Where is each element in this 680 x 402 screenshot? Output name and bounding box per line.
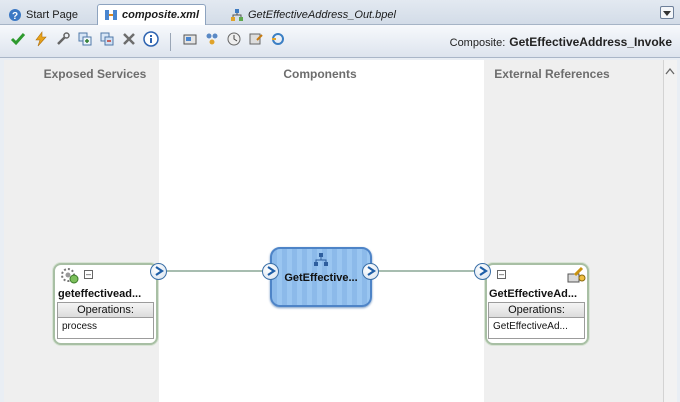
delete-icon [121, 31, 137, 52]
reference-operations-box: Operations: GetEffectiveAd... [488, 302, 585, 339]
chevron-right-icon [266, 263, 276, 281]
wrench-icon [55, 31, 71, 52]
info-button[interactable] [142, 30, 160, 52]
composite-prefix: Composite: [449, 37, 506, 49]
composite-name-label: Composite: GetEffectiveAddress_Invoke [450, 35, 672, 49]
tool1-button[interactable] [181, 32, 199, 50]
composite-name: GetEffectiveAddress_Invoke [509, 35, 672, 49]
collapse-reference-toggle[interactable]: – [497, 270, 506, 279]
composite-toolbar: Composite: GetEffectiveAddress_Invoke [0, 25, 680, 58]
operation-item[interactable]: GetEffectiveAd... [489, 318, 584, 335]
collapse-service-toggle[interactable]: – [84, 270, 93, 279]
tab-list-dropdown[interactable] [660, 6, 674, 19]
operation-item[interactable]: process [58, 318, 153, 335]
tool5-button[interactable] [269, 32, 287, 50]
copy-node-icon [99, 31, 115, 52]
tab-bpel[interactable]: GetEffectiveAddress_Out.bpel [224, 4, 402, 25]
tool3-icon [226, 31, 242, 52]
lane-title-components: Components [283, 67, 357, 81]
help-icon: ? [8, 8, 22, 22]
checkmark-icon [10, 31, 26, 52]
wire-service-to-component[interactable] [167, 270, 269, 272]
tool2-icon [204, 31, 220, 52]
component-service-port[interactable] [262, 263, 279, 280]
tool4-icon [248, 31, 264, 52]
service-name: geteffectivead... [58, 288, 142, 300]
validate-button[interactable] [9, 32, 27, 50]
lane-title-external: External References [494, 67, 610, 81]
delete-button[interactable] [120, 32, 138, 50]
tool3-button[interactable] [225, 32, 243, 50]
service-port[interactable] [150, 263, 167, 280]
tool2-button[interactable] [203, 32, 221, 50]
tab-label: GetEffectiveAddress_Out.bpel [248, 8, 396, 21]
operations-header: Operations: [58, 303, 153, 318]
tab-composite-xml[interactable]: composite.xml [97, 4, 207, 25]
bpel-component[interactable]: GetEffective... [270, 247, 372, 307]
service-operations-box: Operations: process [57, 302, 154, 339]
bpel-icon [230, 8, 244, 22]
component-name: GetEffective... [284, 272, 358, 284]
scroll-up-arrow[interactable] [665, 62, 675, 75]
chevron-right-icon [366, 263, 376, 281]
chevron-right-icon [154, 263, 164, 281]
reference-port[interactable] [474, 263, 491, 280]
vertical-scrollbar[interactable] [663, 60, 677, 402]
tool4-button[interactable] [247, 32, 265, 50]
svg-text:?: ? [12, 11, 18, 22]
exposed-services-lane[interactable] [4, 60, 159, 402]
reference-adapter-icon [566, 266, 586, 289]
tab-label: composite.xml [122, 9, 200, 21]
tab-label: Start Page [26, 8, 78, 21]
edit-button[interactable] [54, 31, 72, 52]
lane-title-exposed: Exposed Services [43, 67, 147, 81]
tab-start-page[interactable]: ? Start Page [2, 4, 84, 25]
external-references-lane[interactable] [484, 60, 663, 402]
lightning-icon [33, 30, 49, 52]
component-reference-port[interactable] [362, 263, 379, 280]
wire-component-to-reference[interactable] [379, 270, 475, 272]
reference-name: GetEffectiveAd... [489, 288, 578, 300]
add-node-button[interactable] [76, 32, 94, 50]
bpel-process-icon [313, 252, 329, 273]
add-node-icon [77, 31, 93, 52]
editor-tab-bar: ? Start Page composite.xml GetEffectiveA… [0, 0, 680, 25]
toolbar-separator [170, 33, 171, 51]
chevron-right-icon [478, 263, 488, 281]
run-button[interactable] [32, 30, 50, 52]
copy-node-button[interactable] [98, 32, 116, 50]
chevron-down-icon [663, 4, 671, 22]
tool1-icon [182, 31, 198, 52]
composite-icon [104, 8, 118, 22]
info-icon [143, 30, 159, 52]
web-service-icon [60, 266, 80, 289]
operations-header: Operations: [489, 303, 584, 318]
tool5-icon [270, 31, 286, 52]
